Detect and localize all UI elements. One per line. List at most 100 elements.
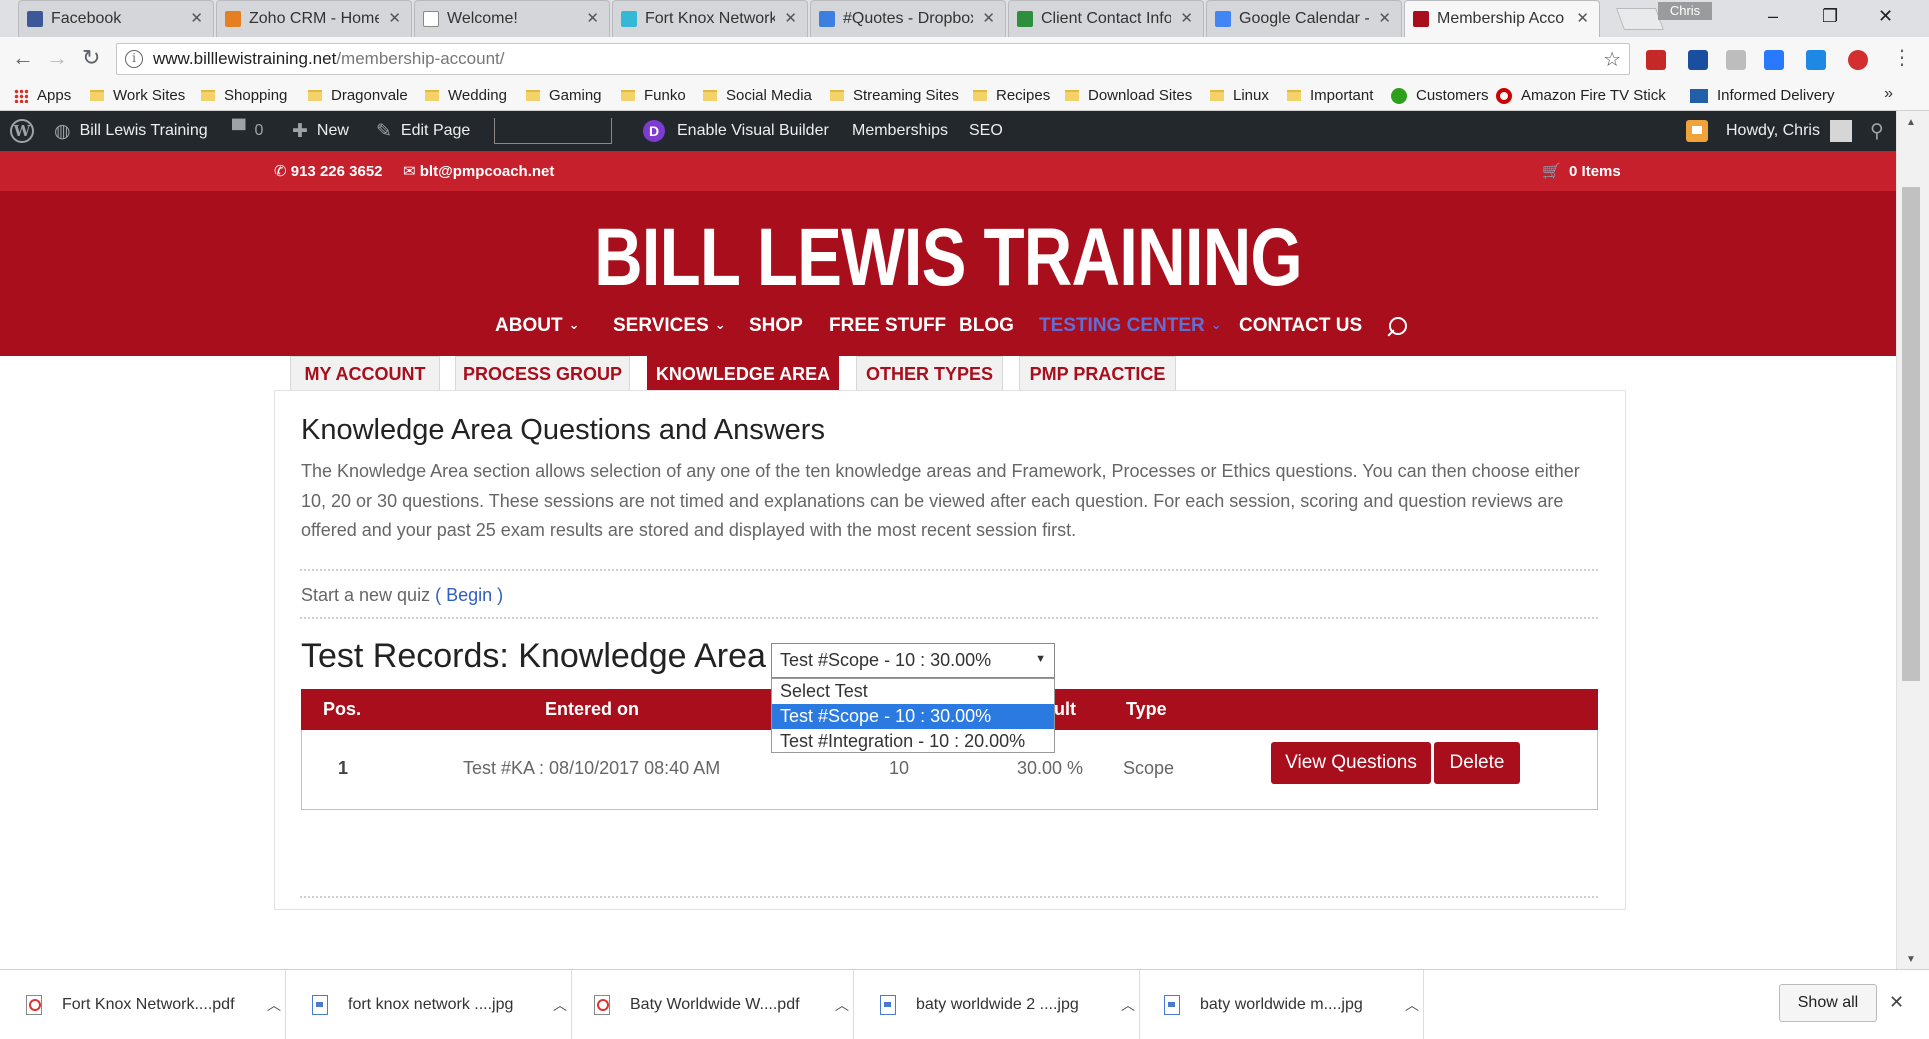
tab-process-group[interactable]: PROCESS GROUP (455, 356, 630, 392)
nav-testing-center[interactable]: TESTING CENTER ⌄ (1039, 315, 1222, 337)
close-icon[interactable]: ✕ (982, 9, 995, 27)
close-icon[interactable]: ✕ (190, 9, 203, 27)
forward-icon[interactable]: → (46, 45, 68, 71)
option-test-scope[interactable]: Test #Scope - 10 : 30.00% (772, 704, 1054, 729)
close-icon[interactable]: ✕ (388, 9, 401, 27)
comments-link[interactable]: ▀ 0 (232, 111, 263, 151)
bookmark-extension-icon[interactable] (1688, 50, 1708, 70)
bookmark-informed-delivery[interactable]: Informed Delivery (1690, 87, 1835, 104)
visual-builder-link[interactable]: D Enable Visual Builder (643, 111, 829, 151)
bookmark-funko[interactable]: Funko (621, 87, 686, 104)
edit-page-link[interactable]: ✎ Edit Page (376, 111, 470, 151)
info-icon[interactable]: i (125, 50, 143, 68)
new-content-link[interactable]: ✚ New (292, 111, 349, 151)
download-item[interactable]: baty worldwide 2 ....jpg ︿ (880, 970, 1140, 1039)
pdf-extension-icon[interactable] (1726, 50, 1746, 70)
tab-other-types[interactable]: OTHER TYPES (856, 356, 1003, 392)
download-item[interactable]: baty worldwide m....jpg ︿ (1164, 970, 1424, 1039)
nav-services[interactable]: SERVICES ⌄ (613, 315, 726, 337)
option-test-integration[interactable]: Test #Integration - 10 : 20.00% (772, 729, 1054, 754)
email-link[interactable]: ✉ blt@pmpcoach.net (403, 162, 554, 180)
chevron-up-icon[interactable]: ︿ (267, 995, 281, 1015)
extension-icon[interactable] (1646, 50, 1666, 70)
scroll-down-icon[interactable]: ▼ (1906, 954, 1916, 965)
chevron-up-icon[interactable]: ︿ (553, 995, 567, 1015)
profile-chip[interactable]: Chris (1658, 2, 1712, 20)
close-window-icon[interactable]: ✕ (1878, 6, 1893, 27)
bookmark-star-icon[interactable]: ☆ (1603, 47, 1621, 72)
browser-tab-client-contact[interactable]: Client Contact Info ✕ (1008, 0, 1204, 37)
bookmark-shopping[interactable]: Shopping (201, 87, 287, 104)
browser-tab-dropbox[interactable]: #Quotes - Dropbox ✕ (810, 0, 1006, 37)
bookmark-customers[interactable]: Customers (1391, 87, 1489, 104)
new-tab-button[interactable] (1615, 8, 1665, 30)
account-menu[interactable]: Howdy, Chris (1726, 111, 1852, 151)
tab-my-account[interactable]: MY ACCOUNT (290, 356, 440, 392)
address-bar[interactable]: i www.billlewistraining.net/membership-a… (116, 43, 1630, 75)
bookmark-streaming-sites[interactable]: Streaming Sites (830, 87, 959, 104)
bookmark-download-sites[interactable]: Download Sites (1065, 87, 1192, 104)
download-item[interactable]: fort knox network ....jpg ︿ (312, 970, 572, 1039)
option-select-test[interactable]: Select Test (772, 679, 1054, 704)
chevron-up-icon[interactable]: ︿ (1405, 995, 1419, 1015)
sync-extension-icon[interactable] (1764, 50, 1784, 70)
show-all-button[interactable]: Show all (1779, 984, 1877, 1022)
browser-tab-membership[interactable]: Membership Acco ✕ (1404, 0, 1600, 37)
back-icon[interactable]: ← (12, 45, 34, 71)
menu-icon[interactable]: ⋮ (1892, 45, 1912, 70)
tab-knowledge-area[interactable]: KNOWLEDGE AREA (647, 356, 839, 392)
page-scrollbar[interactable]: ▲ ▼ (1896, 111, 1929, 969)
nav-about[interactable]: ABOUT ⌄ (495, 315, 579, 337)
bookmark-dragonvale[interactable]: Dragonvale (308, 87, 408, 104)
adblock-icon[interactable] (1848, 50, 1868, 70)
close-shelf-icon[interactable]: ✕ (1889, 992, 1904, 1013)
bookmark-wedding[interactable]: Wedding (425, 87, 507, 104)
bookmark-linux[interactable]: Linux (1210, 87, 1269, 104)
nav-contact-us[interactable]: CONTACT US (1239, 315, 1362, 337)
minimize-icon[interactable]: – (1768, 6, 1778, 27)
test-record-select[interactable]: Test #Scope - 10 : 30.00% ▼ (771, 643, 1055, 678)
stats-sparkline[interactable] (494, 111, 612, 151)
bookmark-work-sites[interactable]: Work Sites (90, 87, 185, 104)
bookmark-apps[interactable]: Apps (14, 87, 71, 104)
begin-link[interactable]: ( Begin ) (435, 585, 503, 605)
restore-icon[interactable]: ❐ (1822, 6, 1838, 27)
view-questions-button[interactable]: View Questions (1271, 742, 1431, 784)
browser-tab-zoho[interactable]: Zoho CRM - Home ✕ (216, 0, 412, 37)
delete-button[interactable]: Delete (1434, 742, 1520, 784)
close-icon[interactable]: ✕ (586, 9, 599, 27)
nav-blog[interactable]: BLOG (959, 315, 1014, 337)
bookmark-important[interactable]: Important (1287, 87, 1373, 104)
browser-tab-calendar[interactable]: Google Calendar - ✕ (1206, 0, 1402, 37)
chevron-up-icon[interactable]: ︿ (835, 995, 849, 1015)
seo-link[interactable]: SEO (969, 111, 1003, 151)
bookmark-recipes[interactable]: Recipes (973, 87, 1050, 104)
bookmark-social-media[interactable]: Social Media (703, 87, 812, 104)
admin-search-button[interactable]: ⚲ (1870, 111, 1884, 151)
tab-pmp-practice[interactable]: PMP PRACTICE (1019, 356, 1176, 392)
phone-link[interactable]: ✆ 913 226 3652 (274, 162, 383, 180)
scroll-up-icon[interactable]: ▲ (1906, 117, 1916, 128)
site-search-icon[interactable] (1384, 315, 1407, 341)
wp-logo-button[interactable]: W (10, 111, 34, 151)
chevron-up-icon[interactable]: ︿ (1121, 995, 1135, 1015)
memberships-link[interactable]: Memberships (852, 111, 948, 151)
close-icon[interactable]: ✕ (784, 9, 797, 27)
close-icon[interactable]: ✕ (1180, 9, 1193, 27)
reload-icon[interactable]: ↻ (82, 45, 100, 71)
bookmark-amazon-fire[interactable]: Amazon Fire TV Stick (1496, 87, 1668, 104)
notification-button[interactable] (1686, 111, 1730, 151)
browser-tab-welcome[interactable]: Welcome! ✕ (414, 0, 610, 37)
download-item[interactable]: Baty Worldwide W....pdf ︿ (594, 970, 854, 1039)
nav-shop[interactable]: SHOP (749, 315, 803, 337)
close-icon[interactable]: ✕ (1378, 9, 1391, 27)
cart-link[interactable]: 🛒 0 Items (1542, 162, 1621, 180)
scrollbar-thumb[interactable] (1902, 187, 1920, 681)
download-item[interactable]: Fort Knox Network....pdf ︿ (26, 970, 286, 1039)
more-bookmarks-icon[interactable]: » (1884, 85, 1893, 103)
nav-free-stuff[interactable]: FREE STUFF (829, 315, 946, 337)
skype-extension-icon[interactable] (1806, 50, 1826, 70)
browser-tab-fortknox[interactable]: Fort Knox Network ✕ (612, 0, 808, 37)
site-logo[interactable]: BILL LEWIS TRAINING (171, 211, 1726, 305)
close-icon[interactable]: ✕ (1576, 9, 1589, 27)
